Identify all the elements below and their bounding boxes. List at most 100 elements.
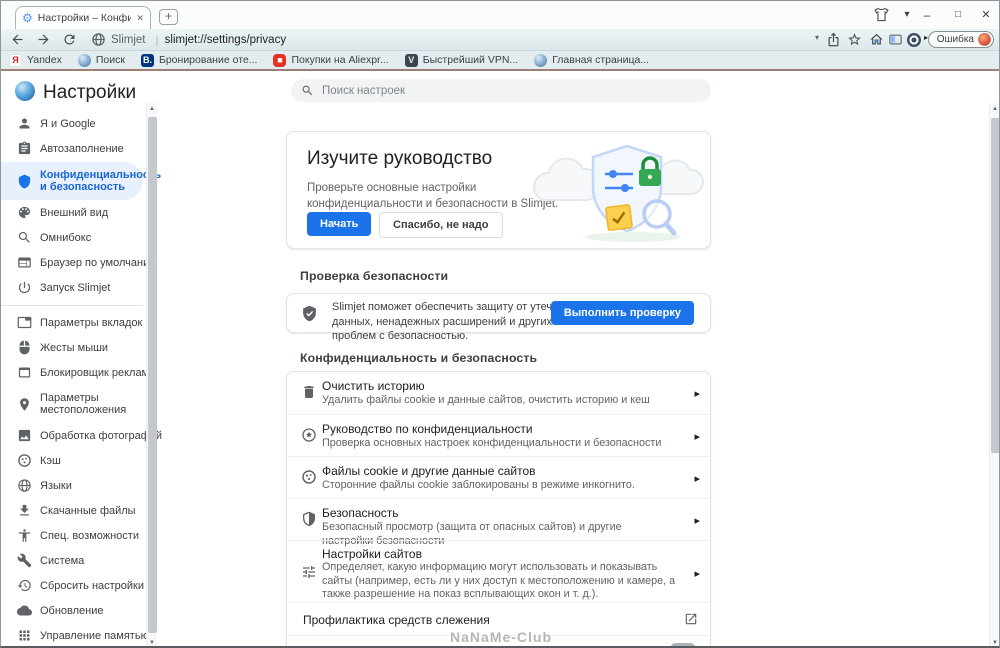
wrench-icon [17,553,32,568]
guide-dismiss-button[interactable]: Спасибо, не надо [379,212,503,238]
sidebar-item-memory-management[interactable]: Управление памятью [1,623,143,648]
bookmark-booking[interactable]: B. Бронирование оте... [141,54,258,67]
browser-tab[interactable]: ⚙ Настройки – Конфиденциальнос ✕ [15,6,151,29]
guide-start-button[interactable]: Начать [307,212,371,236]
row-privacy-guide[interactable]: Руководство по конфиденциальности Провер… [287,414,710,456]
sidebar-item-photo-processing[interactable]: Обработка фотографий [1,423,143,448]
page-scrollbar-thumb[interactable] [991,118,999,453]
row-block-referer[interactable]: Блокировать указание источника перехода … [287,635,710,648]
run-safety-check-button[interactable]: Выполнить проверку [551,301,694,325]
page-scrollbar[interactable]: ▲ ▼ [989,103,999,648]
window-icon [17,365,32,380]
location-pin-icon [17,397,32,412]
row-cookies[interactable]: Файлы cookie и другие данные сайтов Стор… [287,456,710,498]
photo-icon [17,428,32,443]
sidebar-item-ad-blocker[interactable]: Блокировщик рекламы [1,360,143,385]
settings-main: Изучите руководство Проверьте основные н… [286,73,711,648]
booking-icon: B. [141,54,154,67]
site-globe-icon[interactable] [91,32,106,47]
bookmark-search[interactable]: Поиск [78,54,125,67]
row-clear-history[interactable]: Очистить историю Удалить файлы cookie и … [287,372,710,414]
row-site-settings[interactable]: Настройки сайтов Определяет, какую инфор… [287,540,710,602]
reload-icon[interactable] [62,32,77,47]
bookmark-star-icon[interactable] [847,32,862,47]
sidebar-item-tab-options[interactable]: Параметры вкладок [1,310,143,335]
globe-icon [534,54,547,67]
sidebar-item-downloads[interactable]: Скачанные файлы [1,498,143,523]
share-icon[interactable] [826,32,841,47]
url-separator: | [156,33,159,47]
navigation-toolbar: Slimjet | slimjet://settings/privacy ▾ ▸… [1,29,999,51]
back-icon[interactable] [10,32,25,47]
sidebar-item-startup[interactable]: Запуск Slimjet [1,275,143,300]
sidebar-item-accessibility[interactable]: Спец. возможности [1,523,143,548]
sidebar-item-omnibox[interactable]: Омнибокс [1,225,143,250]
referer-toggle[interactable] [670,643,696,648]
row-tracking-prevention[interactable]: Профилактика средств слежения [287,602,710,635]
page-title: Настройки [43,82,136,104]
cookie-icon [301,469,317,485]
address-dropdown-icon[interactable]: ▾ [815,33,819,42]
browser-icon [17,255,32,270]
grid-icon [17,628,32,643]
sidebar-item-default-browser[interactable]: Браузер по умолчанию [1,250,143,275]
close-button[interactable]: ✕ [973,5,999,25]
guide-title: Изучите руководство [307,148,492,170]
maximize-button[interactable]: □ [945,5,971,25]
sidebar-item-mouse-gestures[interactable]: Жесты мыши [1,335,143,360]
sidebar-scrollbar-thumb[interactable] [148,117,157,633]
sidebar-item-autofill[interactable]: Автозаполнение [1,136,143,161]
row-security[interactable]: Безопасность Безопасный просмотр (защита… [287,498,710,540]
search-icon [17,230,32,245]
scroll-up-icon[interactable]: ▲ [147,103,157,115]
url-text[interactable]: slimjet://settings/privacy [165,34,286,46]
globe-icon [78,54,91,67]
tab-close-icon[interactable]: ✕ [136,13,144,24]
titlebar: ⚙ Настройки – Конфиденциальнос ✕ + ▾ – □… [1,1,999,29]
scroll-down-icon[interactable]: ▼ [147,637,157,648]
sidebar-item-location-options[interactable]: Параметры местоположения [1,385,143,423]
safety-check-section-title: Проверка безопасности [300,269,448,283]
privacy-badge-icon [301,427,317,443]
new-tab-button[interactable]: + [159,9,178,25]
bookmark-yandex[interactable]: Я Yandex [9,54,62,67]
minimize-button[interactable]: – [914,5,940,25]
avatar [978,33,991,46]
trash-icon [301,384,317,400]
restore-icon [17,578,32,593]
shield-icon [301,511,317,527]
safety-check-card: Slimjet поможет обеспечить защиту от уте… [286,293,711,333]
bookmark-homepage[interactable]: Главная страница... [534,54,649,67]
scroll-up-icon[interactable]: ▲ [990,103,999,115]
power-icon [17,280,32,295]
chevron-right-icon: ▸ [694,567,700,580]
tab-icon [17,315,32,330]
shield-check-icon [301,305,318,322]
sidebar-scrollbar[interactable]: ▲ ▼ [146,103,157,648]
sidebar-item-privacy-security[interactable]: Конфиденциальность и безопасность [1,162,143,200]
scroll-down-icon[interactable]: ▼ [990,637,999,648]
sidebar-item-reset[interactable]: Сбросить настройки [1,573,143,598]
open-in-new-icon [684,612,698,626]
privacy-section-title: Конфиденциальность и безопасность [300,351,537,365]
sidebar-item-update[interactable]: Обновление [1,598,143,623]
cloud-icon [17,603,32,618]
sidebar-item-appearance[interactable]: Внешний вид [1,200,143,225]
chevron-right-icon: ▸ [694,387,700,400]
sidebar-item-system[interactable]: Система [1,548,143,573]
web-panel-icon[interactable] [907,33,921,47]
theme-shirt-icon[interactable] [873,6,890,23]
sidebar-item-cache[interactable]: Кэш [1,448,143,473]
forward-icon[interactable] [36,32,51,47]
sidebar-item-me-and-google[interactable]: Я и Google [1,111,143,136]
bookmark-aliexpress[interactable]: ■ Покупки на Aliexpr... [273,54,388,67]
tab-title: Настройки – Конфиденциальнос [38,12,132,24]
shield-icon [17,174,32,189]
sync-error-badge[interactable]: Ошибка [928,31,994,48]
bookmark-vpn[interactable]: V Быстрейший VPN... [405,54,518,67]
chevron-right-icon: ▸ [694,430,700,443]
sidebar-item-languages[interactable]: Языки [1,473,143,498]
split-window-icon[interactable] [888,32,903,47]
home-icon[interactable] [869,32,884,47]
shield-illustration [515,138,705,244]
